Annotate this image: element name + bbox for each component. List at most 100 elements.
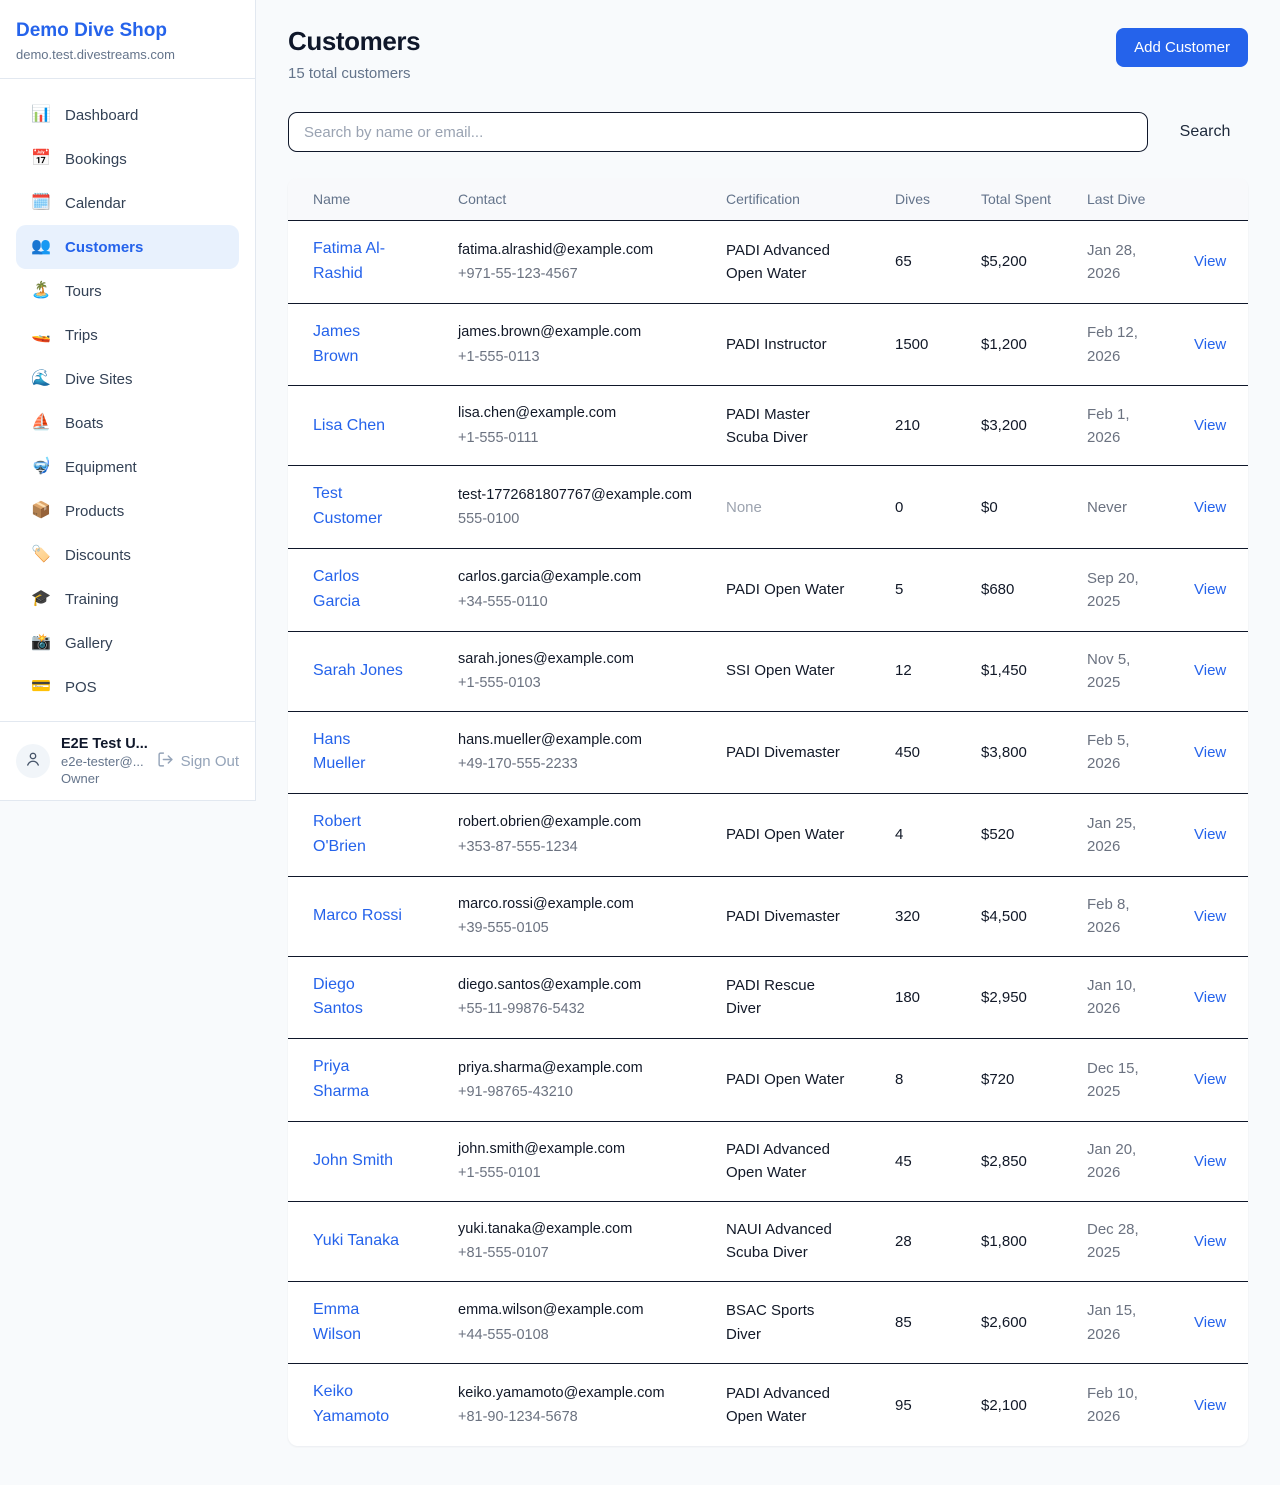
brand-title[interactable]: Demo Dive Shop [16, 20, 239, 42]
sidebar-item-label: Calendar [65, 195, 126, 212]
sidebar-item-gallery[interactable]: 📸Gallery [16, 621, 239, 665]
spiral-calendar-icon: 🗓️ [30, 195, 52, 211]
view-link[interactable]: View [1194, 499, 1226, 516]
total-spent-cell: $520 [956, 794, 1062, 877]
customer-name-link[interactable]: Keiko Yamamoto [313, 1383, 389, 1425]
last-dive-cell: Feb 5, 2026 [1062, 711, 1169, 794]
sidebar-item-tours[interactable]: 🏝️Tours [16, 269, 239, 313]
user-footer: E2E Test U... e2e-tester@... Owner Sign … [0, 721, 255, 800]
sidebar-item-label: Equipment [65, 459, 137, 476]
sidebar-item-discounts[interactable]: 🏷️Discounts [16, 533, 239, 577]
last-dive-cell: Jan 28, 2026 [1062, 221, 1169, 304]
customer-phone: +44-555-0108 [458, 1324, 693, 1346]
certification-cell: SSI Open Water [701, 631, 870, 711]
sidebar-item-label: Training [65, 591, 119, 608]
customer-phone: +55-11-99876-5432 [458, 998, 693, 1020]
table-row: Priya Sharma priya.sharma@example.com+91-… [288, 1039, 1248, 1122]
customer-name-link[interactable]: Robert O'Brien [313, 813, 366, 855]
contact-cell: emma.wilson@example.com+44-555-0108 [433, 1281, 701, 1364]
certification-cell: NAUI Advanced Scuba Diver [701, 1201, 870, 1281]
table-row: Robert O'Brienrobert.obrien@example.com+… [288, 794, 1248, 877]
view-link[interactable]: View [1194, 662, 1226, 679]
customer-name-link[interactable]: Emma Wilson [313, 1301, 361, 1343]
view-link[interactable]: View [1194, 253, 1226, 270]
tag-icon: 🏷️ [30, 547, 52, 563]
search-input[interactable] [288, 112, 1148, 152]
customer-email: keiko.yamamoto@example.com [458, 1382, 693, 1404]
action-cell: View [1169, 1201, 1248, 1281]
sidebar-item-label: Bookings [65, 151, 127, 168]
table-row: Keiko Yamamoto keiko.yamamoto@example.com… [288, 1364, 1248, 1446]
customers-table: NameContactCertificationDivesTotal Spent… [288, 178, 1248, 1446]
customer-name-link[interactable]: Priya Sharma [313, 1058, 369, 1100]
contact-cell: priya.sharma@example.com+91-98765-43210 [433, 1039, 701, 1122]
sidebar-item-boats[interactable]: ⛵Boats [16, 401, 239, 445]
sidebar-item-trips[interactable]: 🚤Trips [16, 313, 239, 357]
view-link[interactable]: View [1194, 908, 1226, 925]
sidebar-item-training[interactable]: 🎓 Training [16, 577, 239, 621]
customer-name-link[interactable]: Lisa Chen [313, 417, 385, 434]
customer-email: john.smith@example.com [458, 1138, 693, 1160]
sidebar-item-dashboard[interactable]: 📊Dashboard [16, 93, 239, 137]
sidebar-item-calendar[interactable]: 🗓️ Calendar [16, 181, 239, 225]
user-info: E2E Test U... e2e-tester@... Owner [61, 736, 146, 786]
bar-chart-icon: 📊 [30, 107, 52, 123]
search-button[interactable]: Search [1162, 122, 1248, 142]
dives-cell: 95 [870, 1364, 956, 1446]
view-link[interactable]: View [1194, 826, 1226, 843]
sidebar-item-dive-sites[interactable]: 🌊Dive Sites [16, 357, 239, 401]
graduation-cap-icon: 🎓 [30, 591, 52, 607]
add-customer-button[interactable]: Add Customer [1116, 28, 1248, 67]
view-link[interactable]: View [1194, 1233, 1226, 1250]
view-link[interactable]: View [1194, 1071, 1226, 1088]
sidebar-item-equipment[interactable]: 🤿 Equipment [16, 445, 239, 489]
view-link[interactable]: View [1194, 336, 1226, 353]
contact-cell: james.brown@example.com+1-555-0113 [433, 303, 701, 386]
view-link[interactable]: View [1194, 744, 1226, 761]
customer-name-cell: Sarah Jones [288, 631, 433, 711]
table-row: Lisa Chenlisa.chen@example.com+1-555-011… [288, 386, 1248, 466]
diving-mask-icon: 🤿 [30, 459, 52, 475]
customer-phone: +1-555-0111 [458, 427, 693, 449]
customer-name-link[interactable]: Sarah Jones [313, 662, 403, 679]
customer-name-link[interactable]: Diego Santos [313, 976, 363, 1018]
view-link[interactable]: View [1194, 989, 1226, 1006]
sidebar-item-products[interactable]: 📦Products [16, 489, 239, 533]
package-icon: 📦 [30, 503, 52, 519]
customer-name-link[interactable]: Test Customer [313, 485, 382, 527]
customer-name-link[interactable]: Fatima Al-Rashid [313, 240, 385, 282]
brand-domain: demo.test.divestreams.com [16, 47, 239, 62]
sailboat-icon: ⛵ [30, 415, 52, 431]
view-link[interactable]: View [1194, 1153, 1226, 1170]
customer-name-link[interactable]: Carlos Garcia [313, 568, 360, 610]
action-cell: View [1169, 794, 1248, 877]
customer-name-link[interactable]: John Smith [313, 1152, 393, 1169]
customer-phone: +91-98765-43210 [458, 1081, 693, 1103]
view-link[interactable]: View [1194, 581, 1226, 598]
customer-name-cell: Carlos Garcia [288, 549, 433, 632]
contact-cell: carlos.garcia@example.com+34-555-0110 [433, 549, 701, 632]
sidebar-item-bookings[interactable]: 📅Bookings [16, 137, 239, 181]
sidebar-item-pos[interactable]: 💳POS [16, 665, 239, 709]
view-link[interactable]: View [1194, 1314, 1226, 1331]
customer-name-link[interactable]: Marco Rossi [313, 907, 402, 924]
table-row: John Smithjohn.smith@example.com+1-555-0… [288, 1121, 1248, 1201]
customer-name-link[interactable]: Yuki Tanaka [313, 1232, 399, 1249]
person-icon [24, 750, 42, 773]
sidebar-item-customers[interactable]: 👥Customers [16, 225, 239, 269]
dives-cell: 12 [870, 631, 956, 711]
action-cell: View [1169, 466, 1248, 549]
view-link[interactable]: View [1194, 1397, 1226, 1414]
contact-cell: sarah.jones@example.com+1-555-0103 [433, 631, 701, 711]
customer-phone: +81-90-1234-5678 [458, 1406, 693, 1428]
people-icon: 👥 [30, 239, 52, 255]
action-cell: View [1169, 711, 1248, 794]
dives-cell: 210 [870, 386, 956, 466]
customer-name-link[interactable]: Hans Mueller [313, 731, 365, 773]
customer-email: robert.obrien@example.com [458, 811, 693, 833]
sign-out-button[interactable]: Sign Out [157, 751, 239, 772]
customer-name-link[interactable]: James Brown [313, 323, 360, 365]
sidebar-nav: 📊Dashboard📅Bookings 🗓️ Calendar 👥Customers🏝… [0, 79, 255, 721]
view-link[interactable]: View [1194, 417, 1226, 434]
table-row: Hans Muellerhans.mueller@example.com+49-… [288, 711, 1248, 794]
